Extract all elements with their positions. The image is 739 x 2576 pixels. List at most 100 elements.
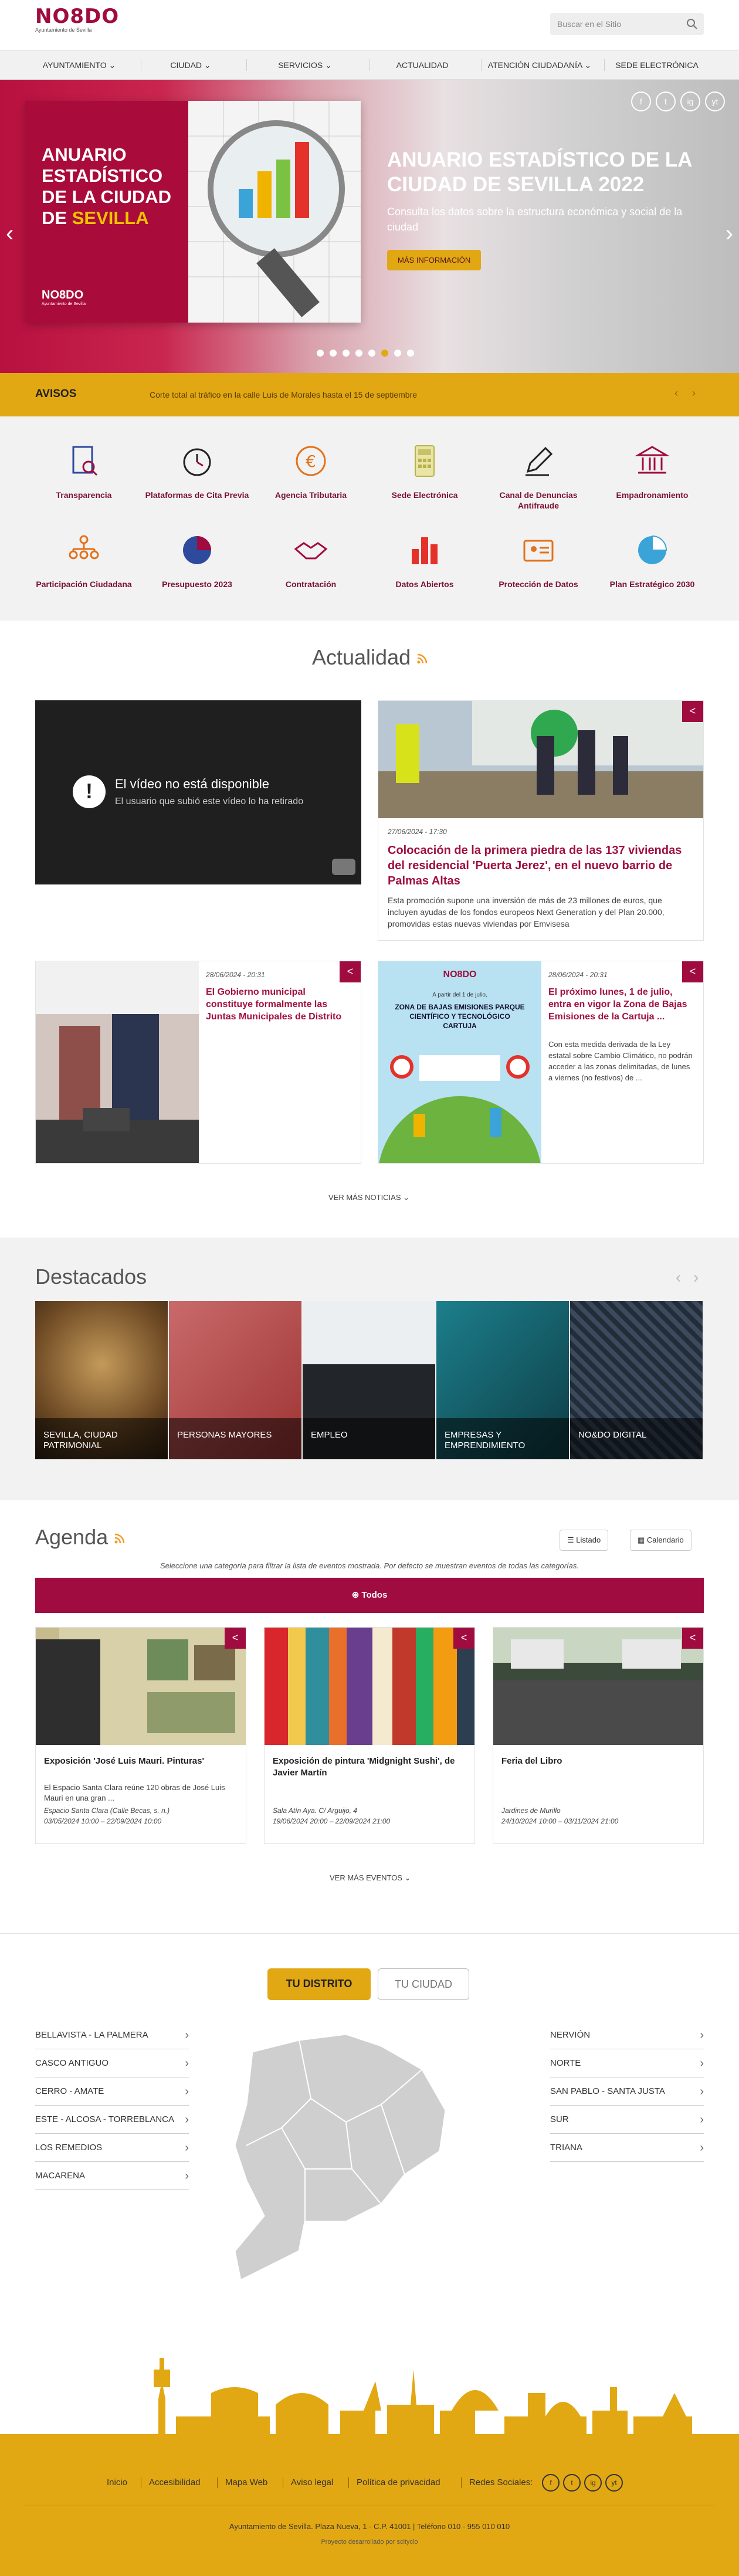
district-item[interactable]: BELLAVISTA - LA PALMERA › (35, 2021, 189, 2049)
hero-more-button[interactable]: MÁS INFORMACIÓN (387, 250, 482, 270)
destacados-next[interactable]: › (693, 1268, 699, 1287)
event-title[interactable]: Feria del Libro (501, 1755, 695, 1767)
carousel-dot[interactable] (394, 350, 401, 357)
footer-link-inicio[interactable]: Inicio (107, 2477, 127, 2487)
avisos-text[interactable]: Corte total al tráfico en la calle Luis … (150, 390, 417, 399)
service-empadronamiento[interactable]: Empadronamiento (594, 442, 711, 500)
category-all-button[interactable]: ⊛ Todos (35, 1578, 704, 1613)
nav-item-sede[interactable]: SEDE ELECTRÓNICA (604, 51, 710, 79)
youtube-icon[interactable]: yt (605, 2474, 623, 2492)
tab-tu-ciudad[interactable]: TU CIUDAD (378, 1968, 469, 2000)
rss-icon[interactable] (114, 1533, 126, 1544)
service-contratacion[interactable]: Contratación (252, 531, 370, 589)
listado-button[interactable]: ☰ Listado (560, 1530, 609, 1551)
nav-item-ciudad[interactable]: CIUDAD ⌄ (141, 51, 240, 79)
hero-next-arrow[interactable]: › (726, 221, 733, 247)
avisos-next[interactable]: › (692, 387, 696, 399)
carousel-dot[interactable] (317, 350, 324, 357)
event-title[interactable]: Exposición 'José Luis Mauri. Pinturas' (44, 1755, 238, 1767)
carousel-dot[interactable] (355, 350, 362, 357)
news-card[interactable]: < 28/06/2024 - 20:31 El Gobierno municip… (35, 961, 361, 1164)
destacado-nodo-digital[interactable]: NO&DO DIGITAL (570, 1301, 703, 1459)
video-player[interactable]: El vídeo no está disponible El usuario q… (35, 700, 361, 884)
nav-item-atencion[interactable]: ATENCIÓN CIUDADANÍA ⌄ (481, 51, 598, 79)
service-presupuesto[interactable]: Presupuesto 2023 (138, 531, 256, 589)
district-item[interactable]: LOS REMEDIOS › (35, 2134, 189, 2162)
calendario-button[interactable]: ▦ Calendario (630, 1530, 691, 1551)
service-plan-estrategico[interactable]: Plan Estratégico 2030 (594, 531, 711, 589)
carousel-dot[interactable] (343, 350, 350, 357)
destacado-empleo[interactable]: EMPLEO (303, 1301, 435, 1459)
news-card-featured[interactable]: < 27/06/2024 - 17:30 Colocación de la pr… (378, 700, 704, 941)
event-title[interactable]: Exposición de pintura 'Midgnight Sushi',… (273, 1755, 466, 1779)
district-item[interactable]: SUR › (550, 2106, 704, 2134)
more-news-link[interactable]: VER MÁS NOTICIAS ⌄ (328, 1193, 409, 1202)
event-card[interactable]: < Exposición de pintura 'Midgnight Sushi… (264, 1627, 475, 1844)
search-input[interactable]: Buscar en el Sitio (550, 13, 704, 35)
district-item[interactable]: NORTE › (550, 2049, 704, 2077)
share-icon[interactable]: < (225, 1628, 246, 1649)
news-date: 28/06/2024 - 20:31 (206, 971, 265, 979)
share-icon[interactable]: < (453, 1628, 474, 1649)
carousel-dot[interactable] (330, 350, 337, 357)
district-item[interactable]: MACARENA › (35, 2162, 189, 2190)
nav-item-actualidad[interactable]: ACTUALIDAD (370, 51, 475, 79)
service-cita-previa[interactable]: Plataformas de Cita Previa (138, 442, 256, 500)
facebook-icon[interactable]: f (631, 91, 651, 111)
destacados-prev[interactable]: ‹ (676, 1268, 681, 1287)
twitter-icon[interactable]: t (563, 2474, 581, 2492)
news-title[interactable]: Colocación de la primera piedra de las 1… (388, 843, 693, 889)
destacado-empresas[interactable]: EMPRESAS Y EMPRENDIMIENTO (436, 1301, 569, 1459)
district-item[interactable]: ESTE - ALCOSA - TORREBLANCA › (35, 2106, 189, 2134)
nav-item-servicios[interactable]: SERVICIOS ⌄ (246, 51, 364, 79)
search-icon[interactable] (686, 18, 698, 30)
footer-link-aviso-legal[interactable]: Aviso legal (291, 2477, 333, 2487)
district-item[interactable]: NERVIÓN › (550, 2021, 704, 2049)
footer-link-mapa-web[interactable]: Mapa Web (225, 2477, 267, 2487)
news-title[interactable]: El Gobierno municipal constituye formalm… (206, 986, 352, 1023)
district-item[interactable]: TRIANA › (550, 2134, 704, 2162)
more-events-link[interactable]: VER MÁS EVENTOS ⌄ (330, 1873, 411, 1883)
news-card[interactable]: NO8DO A partir del 1 de julio, ZONA DE B… (378, 961, 704, 1164)
instagram-icon[interactable]: ig (584, 2474, 602, 2492)
district-map[interactable] (229, 2028, 457, 2286)
service-label: Agencia Tributaria (274, 490, 347, 500)
district-item[interactable]: CERRO - AMATE › (35, 2077, 189, 2106)
event-card[interactable]: < Feria del Libro Jardines de Murillo 24… (493, 1627, 704, 1844)
site-logo[interactable]: NO8DO Ayuntamiento de Sevilla (35, 5, 119, 33)
rss-icon[interactable] (416, 653, 429, 665)
site-header: NO8DO Ayuntamiento de Sevilla Buscar en … (0, 0, 739, 50)
share-icon[interactable]: < (340, 961, 361, 982)
service-transparencia[interactable]: Transparencia (25, 442, 143, 500)
avisos-prev[interactable]: ‹ (674, 387, 678, 399)
footer-link-privacidad[interactable]: Política de privacidad (357, 2477, 440, 2487)
service-sede[interactable]: Sede Electrónica (366, 442, 483, 500)
share-icon[interactable]: < (682, 701, 703, 722)
facebook-icon[interactable]: f (542, 2474, 560, 2492)
instagram-icon[interactable]: ig (680, 91, 700, 111)
tab-tu-distrito[interactable]: TU DISTRITO (267, 1968, 371, 2000)
service-proteccion-datos[interactable]: Protección de Datos (480, 531, 597, 589)
nav-item-ayuntamiento[interactable]: AYUNTAMIENTO ⌄ (23, 51, 135, 79)
youtube-icon[interactable]: yt (705, 91, 725, 111)
carousel-dot[interactable] (368, 350, 375, 357)
district-item[interactable]: SAN PABLO - SANTA JUSTA › (550, 2077, 704, 2106)
carousel-dot[interactable] (407, 350, 414, 357)
share-icon[interactable]: < (682, 1628, 703, 1649)
service-participacion[interactable]: Participación Ciudadana (25, 531, 143, 589)
district-item[interactable]: CASCO ANTIGUO › (35, 2049, 189, 2077)
hero-prev-arrow[interactable]: ‹ (6, 221, 13, 247)
service-agencia-tributaria[interactable]: € Agencia Tributaria (252, 442, 370, 500)
service-datos-abiertos[interactable]: Datos Abiertos (366, 531, 483, 589)
news-title[interactable]: El próximo lunes, 1 de julio, entra en v… (548, 986, 695, 1023)
event-card[interactable]: < Exposición 'José Luis Mauri. Pinturas'… (35, 1627, 246, 1844)
carousel-dot[interactable] (381, 350, 388, 357)
youtube-icon[interactable] (332, 859, 355, 875)
twitter-icon[interactable]: t (656, 91, 676, 111)
destacado-patrimonio[interactable]: SEVILLA, CIUDAD PATRIMONIAL (35, 1301, 168, 1459)
share-icon[interactable]: < (682, 961, 703, 982)
service-denuncias[interactable]: Canal de Denuncias Antifraude (480, 442, 597, 511)
service-label: Protección de Datos (499, 579, 578, 589)
footer-link-accesibilidad[interactable]: Accesibilidad (149, 2477, 201, 2487)
destacado-mayores[interactable]: PERSONAS MAYORES (169, 1301, 301, 1459)
